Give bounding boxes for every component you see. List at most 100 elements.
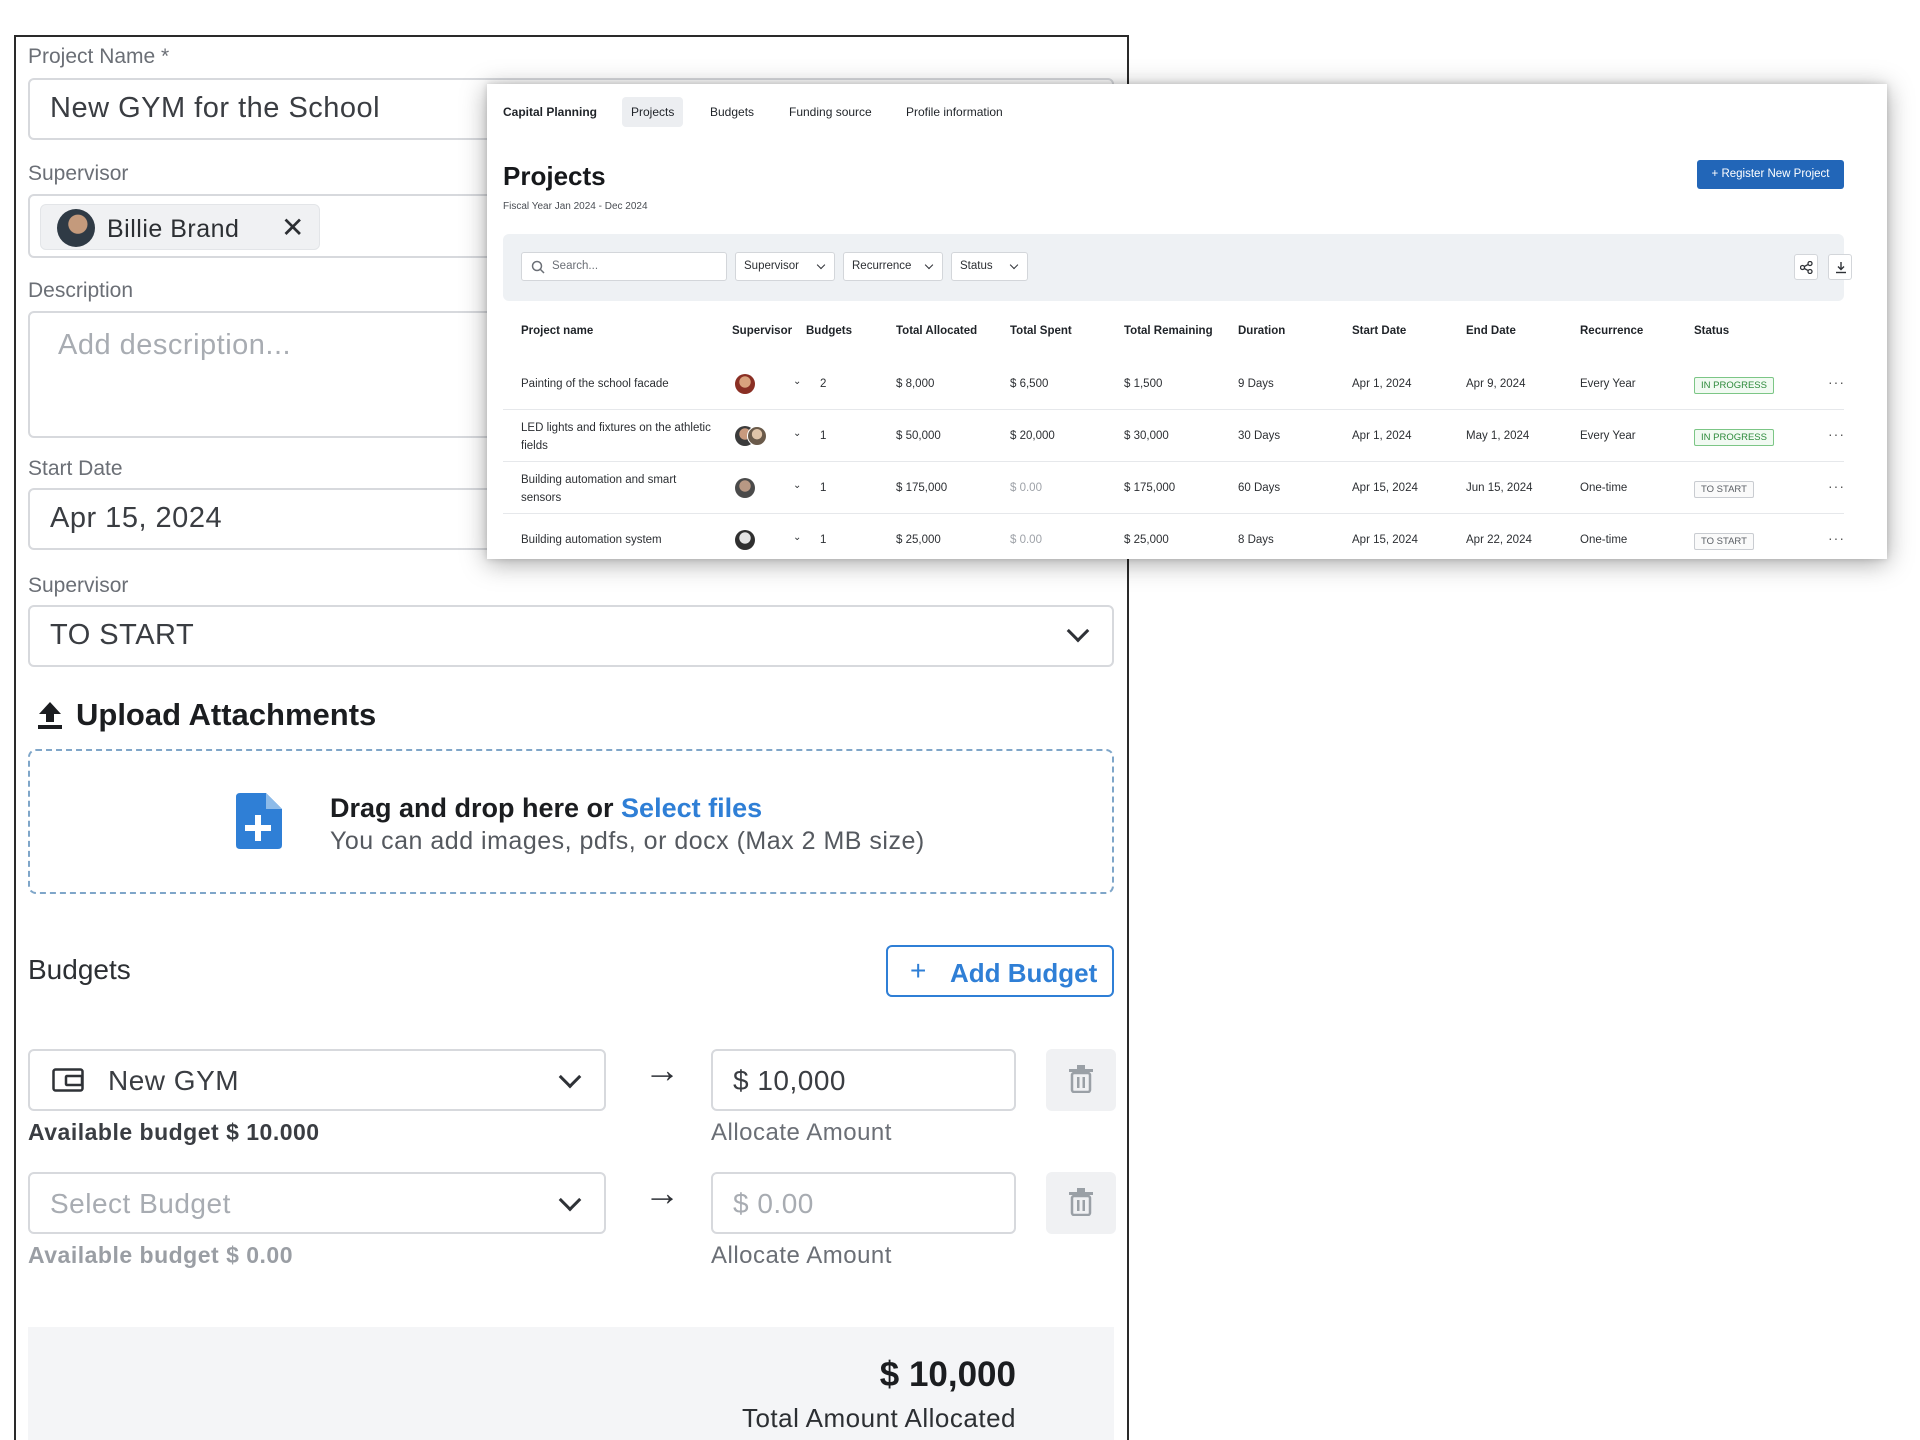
- start-date-value: Apr 15, 2024: [50, 502, 223, 534]
- search-input[interactable]: Search...: [521, 252, 727, 281]
- total-remaining: $ 30,000: [1124, 430, 1169, 442]
- total-spent: $ 0.00: [1010, 534, 1042, 546]
- avatar: [735, 530, 755, 550]
- search-placeholder: Search...: [552, 260, 599, 272]
- project-name[interactable]: Building automation and smart sensors: [521, 471, 711, 507]
- total-allocated: $ 25,000: [896, 534, 941, 546]
- allocate-amount-input[interactable]: $ 0.00: [711, 1172, 1016, 1234]
- share-button[interactable]: [1794, 254, 1818, 280]
- allocate-amount-placeholder: $ 0.00: [733, 1188, 814, 1219]
- projects-panel: Capital Planning Projects Budgets Fundin…: [487, 84, 1887, 559]
- budgets-count: 1: [820, 430, 827, 442]
- filter-supervisor[interactable]: Supervisor: [735, 252, 835, 281]
- start-date-label: Start Date: [28, 457, 123, 480]
- column-header: Total Allocated: [896, 325, 978, 337]
- upload-icon: [36, 700, 64, 730]
- filter-recurrence[interactable]: Recurrence: [843, 252, 943, 281]
- status-label: Supervisor: [28, 574, 129, 597]
- total-amount-label: Total Amount Allocated: [741, 1403, 1016, 1433]
- column-header: Project name: [521, 325, 594, 337]
- trash-icon: [1068, 1188, 1094, 1221]
- total-remaining: $ 175,000: [1124, 482, 1176, 494]
- file-dropzone[interactable]: Drag and drop here or Select files You c…: [28, 749, 1114, 894]
- total-summary: $ 10,000 Total Amount Allocated: [28, 1327, 1114, 1440]
- chevron-down-icon[interactable]: ⌄: [793, 480, 801, 491]
- delete-budget-button[interactable]: [1046, 1049, 1116, 1111]
- dropzone-text: Drag and drop here or Select files: [330, 793, 762, 824]
- tab-budgets[interactable]: Budgets: [701, 97, 763, 127]
- select-files-link[interactable]: Select files: [621, 793, 762, 823]
- chevron-down-icon: [1009, 260, 1019, 270]
- budget-select[interactable]: Select Budget: [28, 1172, 606, 1234]
- page-title: Projects: [503, 161, 606, 191]
- total-amount: $ 10,000: [879, 1355, 1016, 1394]
- file-add-icon: [234, 793, 282, 849]
- available-budget: Available budget $ 10.000: [28, 1119, 320, 1145]
- project-name[interactable]: Building automation system: [521, 534, 662, 546]
- dropzone-hint: You can add images, pdfs, or docx (Max 2…: [330, 827, 925, 855]
- total-remaining: $ 25,000: [1124, 534, 1169, 546]
- more-options-icon[interactable]: ···: [1828, 374, 1845, 390]
- remove-chip-icon[interactable]: ✕: [281, 211, 304, 244]
- status-badge: TO START: [1694, 481, 1754, 498]
- register-project-button[interactable]: + Register New Project: [1697, 160, 1844, 189]
- tab-profile-information[interactable]: Profile information: [897, 97, 1012, 127]
- chevron-down-icon[interactable]: ⌄: [793, 376, 801, 387]
- chevron-down-icon[interactable]: ⌄: [793, 532, 801, 543]
- supervisor-chip: Billie Brand ✕: [40, 204, 320, 250]
- recurrence: One-time: [1580, 482, 1628, 494]
- search-icon: [531, 260, 545, 279]
- end-date: May 1, 2024: [1466, 430, 1530, 442]
- start-date: Apr 15, 2024: [1352, 534, 1418, 546]
- tab-projects[interactable]: Projects: [622, 97, 684, 127]
- table-row[interactable]: LED lights and fixtures on the athletic …: [503, 410, 1844, 462]
- column-header: Duration: [1238, 325, 1286, 337]
- add-budget-label: Add Budget: [950, 958, 1098, 988]
- column-header: Recurrence: [1580, 325, 1644, 337]
- column-header: Total Spent: [1010, 325, 1072, 337]
- table-row[interactable]: Building automation system ⌄ 1 $ 25,000 …: [503, 514, 1844, 559]
- column-header: Start Date: [1352, 325, 1407, 337]
- project-name-value: New GYM for the School: [50, 92, 381, 124]
- filter-label: Status: [960, 260, 993, 272]
- app-brand[interactable]: Capital Planning: [503, 97, 606, 127]
- trash-icon: [1068, 1065, 1094, 1098]
- table-row[interactable]: Painting of the school facade ⌄ 2 $ 8,00…: [503, 358, 1844, 410]
- chevron-down-icon[interactable]: ⌄: [793, 428, 801, 439]
- plus-icon: +: [1711, 168, 1722, 180]
- budget-select[interactable]: New GYM: [28, 1049, 606, 1111]
- filter-toolbar: Search... Supervisor Recurrence Status: [503, 234, 1852, 301]
- allocate-amount-input[interactable]: $ 10,000: [711, 1049, 1016, 1111]
- description-label: Description: [28, 279, 134, 302]
- download-button[interactable]: [1828, 254, 1852, 280]
- filter-status[interactable]: Status: [951, 252, 1028, 281]
- arrow-right-icon: →: [644, 1172, 680, 1213]
- more-options-icon[interactable]: ···: [1828, 478, 1845, 494]
- avatar: [735, 374, 755, 394]
- duration: 8 Days: [1238, 534, 1274, 546]
- status-badge: IN PROGRESS: [1694, 377, 1774, 394]
- total-spent: $ 20,000: [1010, 430, 1055, 442]
- avatar: [57, 209, 95, 247]
- status-select[interactable]: TO START: [28, 605, 1114, 667]
- table-row[interactable]: Building automation and smart sensors ⌄ …: [503, 462, 1844, 514]
- total-remaining: $ 1,500: [1124, 378, 1163, 390]
- more-options-icon[interactable]: ···: [1828, 530, 1845, 546]
- delete-budget-button[interactable]: [1046, 1172, 1116, 1234]
- project-name[interactable]: Painting of the school facade: [521, 378, 669, 390]
- duration: 9 Days: [1238, 378, 1274, 390]
- plus-icon: +: [910, 955, 927, 986]
- recurrence: One-time: [1580, 534, 1628, 546]
- share-icon: [1800, 261, 1813, 274]
- total-allocated: $ 175,000: [896, 482, 948, 494]
- duration: 60 Days: [1238, 482, 1281, 494]
- wallet-icon: [52, 1068, 84, 1092]
- more-options-icon[interactable]: ···: [1828, 426, 1845, 442]
- tab-funding-source[interactable]: Funding source: [780, 97, 881, 127]
- project-name[interactable]: LED lights and fixtures on the athletic …: [521, 419, 721, 455]
- column-header: Total Remaining: [1124, 325, 1213, 337]
- add-budget-button[interactable]: + Add Budget: [886, 945, 1114, 997]
- chevron-down-icon: [558, 1188, 582, 1212]
- column-header: Budgets: [806, 325, 852, 337]
- status-value: TO START: [50, 619, 195, 651]
